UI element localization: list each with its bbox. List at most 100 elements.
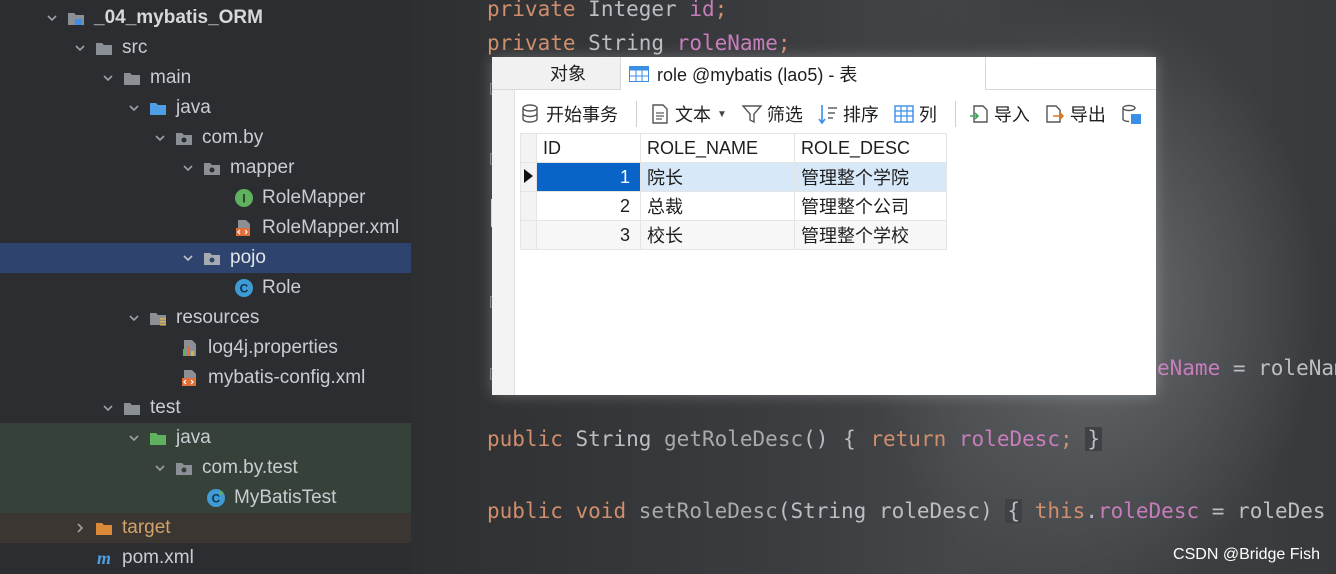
- tree-item-label: test: [150, 397, 181, 418]
- sort-label: 排序: [842, 105, 879, 125]
- tree-item-main[interactable]: main: [0, 63, 411, 93]
- tree-item-test-java[interactable]: java: [0, 423, 411, 453]
- tree-item-role[interactable]: C Role: [0, 273, 411, 303]
- tree-item-java[interactable]: java: [0, 93, 411, 123]
- table-row[interactable]: 1 院长 管理整个学院: [520, 162, 947, 192]
- import-button[interactable]: 导入: [964, 97, 1034, 131]
- tree-item-pojo[interactable]: pojo: [0, 243, 411, 273]
- chevron-down-icon[interactable]: [180, 160, 196, 176]
- tree-item-label: com.by.test: [202, 457, 298, 478]
- cell-role-desc[interactable]: 管理整个学校: [794, 220, 947, 250]
- interface-icon: I: [234, 188, 254, 208]
- chevron-down-icon[interactable]: [126, 100, 142, 116]
- tree-item-target[interactable]: target: [0, 513, 411, 543]
- tree-item-label: resources: [176, 307, 260, 328]
- chevron-down-icon[interactable]: [72, 40, 88, 56]
- cell-id[interactable]: 2: [536, 191, 641, 221]
- svg-text:m: m: [97, 548, 111, 568]
- column-header-role-desc[interactable]: ROLE_DESC: [794, 133, 947, 163]
- tree-item-mapper[interactable]: mapper: [0, 153, 411, 183]
- properties-file-icon: [180, 338, 200, 358]
- tree-item-pom[interactable]: m pom.xml: [0, 543, 411, 573]
- tree-item-label: log4j.properties: [208, 337, 338, 358]
- tab-bar-empty: [986, 57, 1156, 89]
- current-row-arrow-icon: [524, 168, 533, 183]
- columns-button[interactable]: 列: [889, 97, 941, 131]
- tree-item-rolemapper[interactable]: I RoleMapper: [0, 183, 411, 213]
- grid-header-row: ID ROLE_NAME ROLE_DESC: [520, 133, 947, 163]
- chevron-down-icon[interactable]: [152, 130, 168, 146]
- cell-role-desc[interactable]: 管理整个学院: [794, 162, 947, 192]
- cell-id[interactable]: 1: [536, 162, 641, 192]
- sort-button[interactable]: 排序: [813, 97, 883, 131]
- export-button[interactable]: 导出: [1040, 97, 1110, 131]
- tree-item-module[interactable]: _04_mybatis_ORM: [0, 3, 411, 33]
- test-class-icon: C: [206, 488, 226, 508]
- xml-file-icon: [234, 218, 254, 238]
- xml-file-icon: [180, 368, 200, 388]
- tree-item-src[interactable]: src: [0, 33, 411, 63]
- more-tool-button[interactable]: [1116, 97, 1150, 131]
- tree-item-rolemapper-xml[interactable]: RoleMapper.xml: [0, 213, 411, 243]
- code-line-setrolename-tail: eName = roleNam: [1157, 356, 1336, 380]
- code-line-id-field: private Integer id;: [487, 0, 728, 21]
- chevron-down-icon[interactable]: [152, 460, 168, 476]
- code-line-getroledesc: public String getRoleDesc() { return rol…: [487, 427, 1103, 451]
- database-icon: [522, 104, 538, 123]
- left-panel-strip: [492, 57, 515, 395]
- svg-text:I: I: [242, 192, 245, 206]
- tab-objects[interactable]: 对象: [516, 57, 620, 89]
- column-header-role-name[interactable]: ROLE_NAME: [640, 133, 795, 163]
- tree-item-com-by[interactable]: com.by: [0, 123, 411, 153]
- chevron-down-icon[interactable]: [100, 400, 116, 416]
- chevron-right-icon[interactable]: [72, 520, 88, 536]
- cell-role-name[interactable]: 院长: [640, 162, 795, 192]
- text-view-button[interactable]: 文本 ▼: [645, 97, 731, 131]
- tree-item-label: pojo: [230, 247, 266, 268]
- chevron-down-icon[interactable]: [100, 70, 116, 86]
- tree-item-com-by-test[interactable]: com.by.test: [0, 453, 411, 483]
- row-header-corner: [520, 133, 537, 163]
- begin-transaction-button[interactable]: 开始事务: [516, 97, 622, 131]
- data-grid[interactable]: ID ROLE_NAME ROLE_DESC 1 院长 管理整个学院 2 总裁 …: [520, 133, 947, 250]
- watermark: CSDN @Bridge Fish: [1173, 546, 1320, 563]
- module-folder-icon: [66, 8, 86, 28]
- export-icon: [1046, 105, 1065, 123]
- toolbar-separator: [954, 101, 956, 127]
- code-line-setroledesc: public void setRoleDesc(String roleDesc)…: [487, 499, 1326, 523]
- cell-id[interactable]: 3: [536, 220, 641, 250]
- document-icon: [652, 104, 668, 124]
- database-report-icon: [1122, 104, 1141, 124]
- tree-item-label: mybatis-config.xml: [208, 367, 366, 388]
- cell-role-desc[interactable]: 管理整个公司: [794, 191, 947, 221]
- project-tree: _04_mybatis_ORM src main java com.by map…: [0, 0, 411, 574]
- column-header-id[interactable]: ID: [536, 133, 641, 163]
- tab-label: 对象: [550, 64, 586, 84]
- table-row[interactable]: 2 总裁 管理整个公司: [520, 191, 947, 221]
- row-selector[interactable]: [520, 191, 537, 221]
- filter-button[interactable]: 筛选: [737, 97, 807, 131]
- tree-item-test[interactable]: test: [0, 393, 411, 423]
- package-icon: [202, 248, 222, 268]
- table-row[interactable]: 3 校长 管理整个学校: [520, 220, 947, 250]
- row-selector[interactable]: [520, 162, 537, 192]
- tab-role-table[interactable]: role @mybatis (lao5) - 表: [620, 57, 986, 90]
- tree-item-mybatistest[interactable]: C MyBatisTest: [0, 483, 411, 513]
- chevron-down-icon[interactable]: [180, 250, 196, 266]
- navicat-table-window[interactable]: 对象 role @mybatis (lao5) - 表 开始事务 文本 ▼ 筛选…: [492, 57, 1156, 395]
- tree-item-label: RoleMapper.xml: [262, 217, 400, 238]
- chevron-down-icon[interactable]: [126, 430, 142, 446]
- filter-label: 筛选: [766, 105, 803, 125]
- cell-role-name[interactable]: 总裁: [640, 191, 795, 221]
- cell-role-name[interactable]: 校长: [640, 220, 795, 250]
- tree-item-log4j[interactable]: log4j.properties: [0, 333, 411, 363]
- tree-item-resources[interactable]: resources: [0, 303, 411, 333]
- tree-item-label: MyBatisTest: [234, 487, 337, 508]
- row-selector[interactable]: [520, 220, 537, 250]
- columns-icon: [894, 105, 914, 123]
- import-label: 导入: [993, 105, 1030, 125]
- chevron-down-icon[interactable]: [126, 310, 142, 326]
- tree-item-mybatis-config[interactable]: mybatis-config.xml: [0, 363, 411, 393]
- chevron-down-icon[interactable]: [44, 10, 60, 26]
- package-icon: [202, 158, 222, 178]
